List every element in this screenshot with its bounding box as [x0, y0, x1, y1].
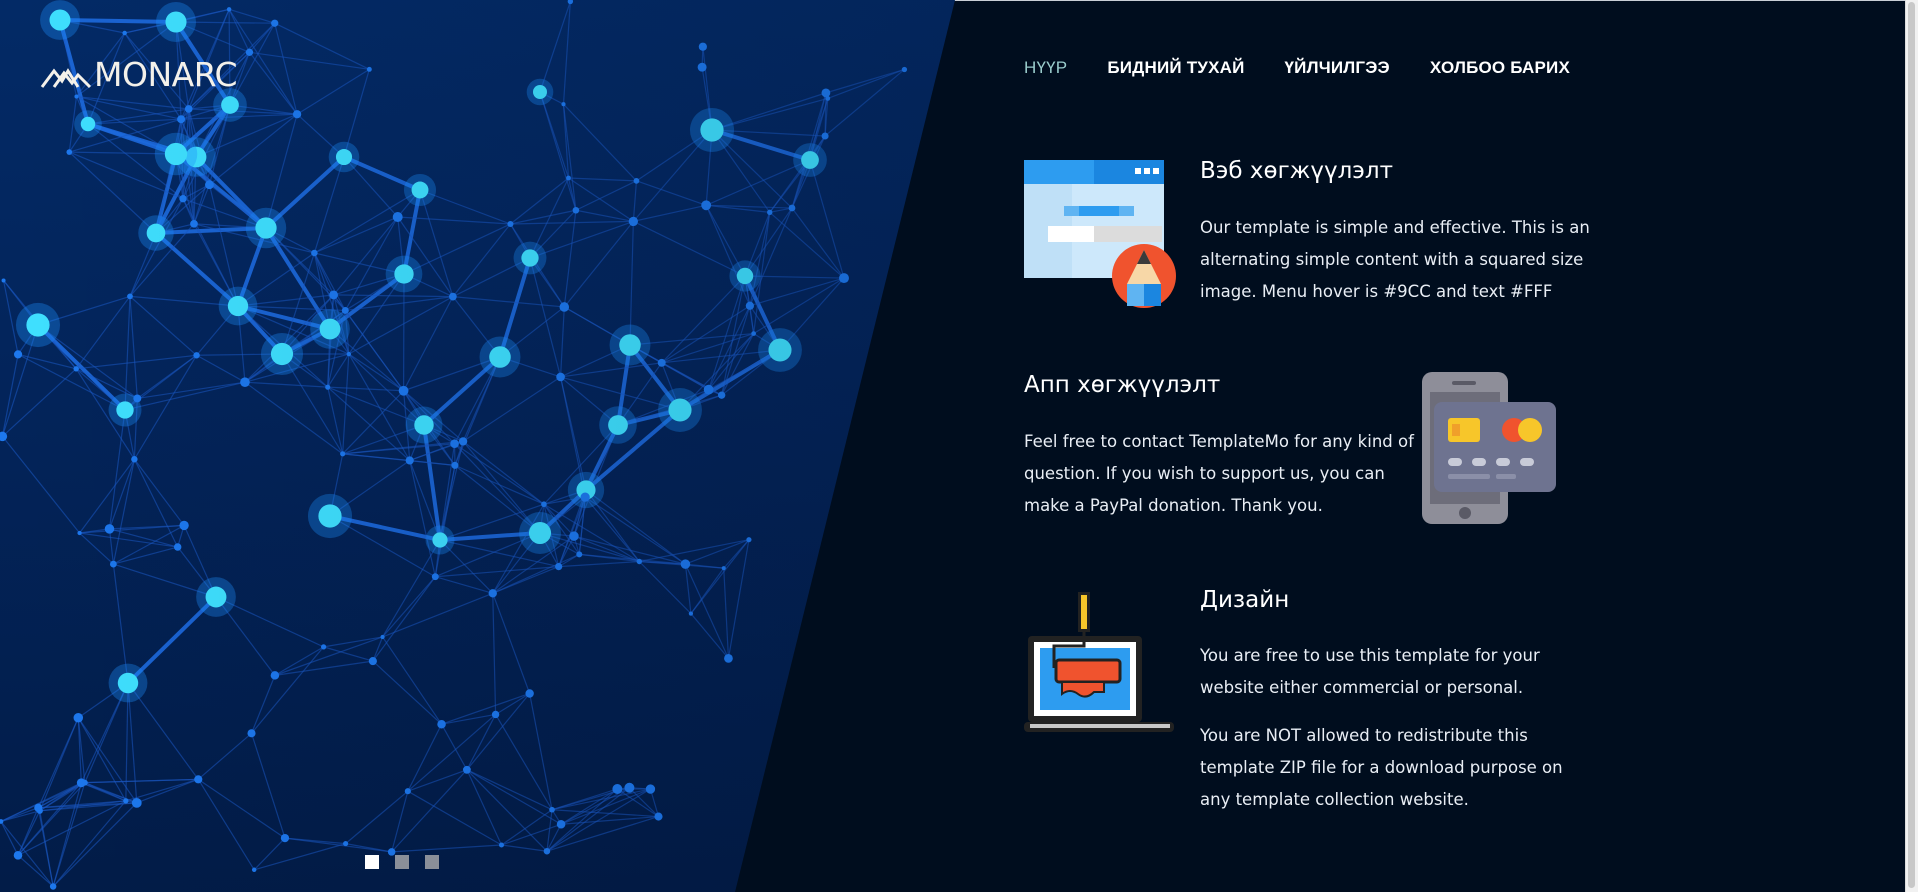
slider-dot-2[interactable] [395, 855, 409, 869]
section-web-title: Вэб хөгжүүлэлт [1200, 158, 1394, 184]
nav-about[interactable]: БИДНИЙ ТУХАЙ [1107, 58, 1244, 78]
section-app-text-line1: Feel free to contact TemplateMo for any … [1024, 432, 1414, 451]
section-web-text-line1: Our template is simple and effective. Th… [1200, 218, 1590, 237]
web-design-icon [1024, 158, 1176, 314]
section-web-text-line2: alternating simple content with a square… [1200, 250, 1584, 269]
laptop-paint-roller-icon [1024, 590, 1176, 738]
section-app-title: Апп хөгжүүлэлт [1024, 372, 1221, 398]
slider-pagination [365, 855, 439, 869]
nav-contact[interactable]: ХОЛБОО БАРИХ [1430, 58, 1570, 78]
hero-image [0, 0, 955, 892]
logo-text: MONARC [94, 54, 238, 94]
slider-dot-1[interactable] [365, 855, 379, 869]
vertical-scrollbar[interactable] [1905, 0, 1918, 892]
section-app-text-line2: question. If you wish to support us, you… [1024, 464, 1385, 483]
section-design-title: Дизайн [1200, 587, 1290, 613]
scrollbar-thumb[interactable] [1908, 2, 1915, 888]
section-design-text-line3: You are NOT allowed to redistribute this [1200, 726, 1528, 745]
nav-services[interactable]: ҮЙЛЧИЛГЭЭ [1285, 58, 1390, 78]
section-app-text-line3: make a PayPal donation. Thank you. [1024, 496, 1323, 515]
logo[interactable]: MONARC [40, 54, 238, 94]
section-design-text-line2: website either commercial or personal. [1200, 678, 1524, 697]
mountain-logo-icon [40, 68, 92, 89]
section-web-text-line3: image. Menu hover is #9CC and text #FFF [1200, 282, 1553, 301]
main-nav: НҮҮР БИДНИЙ ТУХАЙ ҮЙЛЧИЛГЭЭ ХОЛБОО БАРИХ [1024, 58, 1570, 78]
section-design-text-line1: You are free to use this template for yo… [1200, 646, 1540, 665]
slider-dot-3[interactable] [425, 855, 439, 869]
mobile-payment-icon [1422, 372, 1558, 530]
section-design-text-line5: any template collection website. [1200, 790, 1469, 809]
section-design-text-line4: template ZIP file for a download purpose… [1200, 758, 1563, 777]
nav-home[interactable]: НҮҮР [1024, 58, 1067, 78]
